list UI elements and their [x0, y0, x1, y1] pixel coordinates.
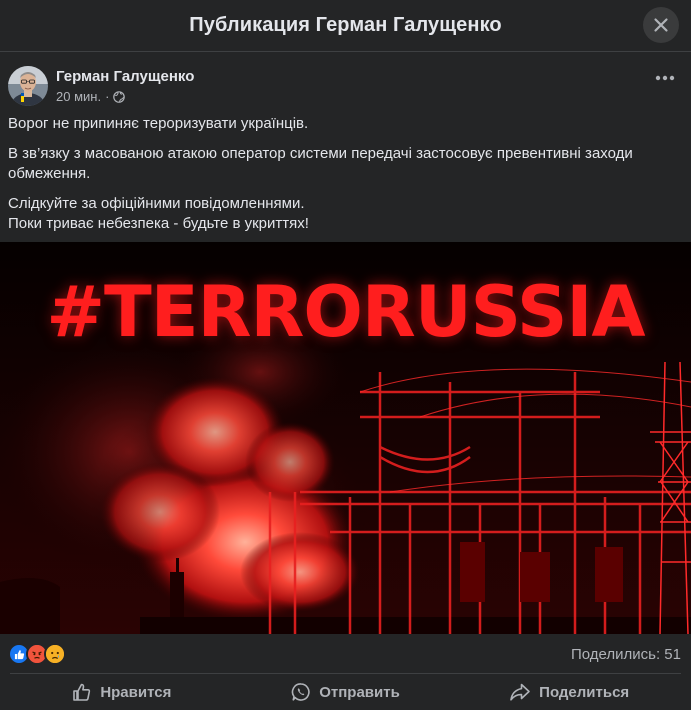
post-time[interactable]: 20 мин. — [56, 89, 101, 104]
more-horizontal-icon — [655, 75, 675, 81]
globe-icon — [113, 90, 126, 103]
image-caption: #TERRORUSSIA — [46, 271, 645, 353]
post-image[interactable]: #TERRORUSSIA — [0, 242, 691, 634]
post-paragraph: Поки триває небезпека - будьте в укриття… — [8, 215, 309, 232]
send-label: Отправить — [319, 683, 400, 701]
send-button[interactable]: Отправить — [234, 674, 458, 710]
post-actions: Нравится Отправить Поделиться — [10, 673, 681, 710]
more-options-button[interactable] — [653, 66, 677, 90]
close-button[interactable] — [643, 7, 679, 43]
shares-count[interactable]: Поделились: 51 — [571, 646, 681, 663]
like-label: Нравится — [100, 683, 172, 701]
post-paragraph: Ворог не припиняє тероризувати українців… — [8, 115, 309, 132]
whatsapp-icon — [291, 682, 311, 702]
share-label: Поделиться — [539, 683, 630, 701]
avatar[interactable] — [8, 66, 48, 106]
post-paragraph: Слідкуйте за офіційними повідомленнями. — [8, 195, 305, 212]
stats-row: Поделились: 51 — [0, 635, 691, 673]
post-header: Герман Галущенко 20 мин. · — [0, 52, 691, 110]
post-modal: Публикация Герман Галущенко Герман Галущ… — [0, 0, 691, 710]
modal-title: Публикация Герман Галущенко — [189, 14, 502, 36]
reactions-summary[interactable] — [8, 643, 66, 665]
author-block: Герман Галущенко 20 мин. · — [56, 68, 194, 110]
close-icon — [654, 18, 668, 32]
thumbs-up-icon — [72, 682, 92, 702]
sad-reaction-icon — [44, 643, 66, 665]
modal-header: Публикация Герман Галущенко — [0, 0, 691, 52]
share-button[interactable]: Поделиться — [457, 674, 681, 710]
author-name[interactable]: Герман Галущенко — [56, 68, 194, 86]
post-paragraph: В зв’язку з масованою атакою оператор си… — [8, 145, 633, 182]
like-button[interactable]: Нравится — [10, 674, 234, 710]
meta-separator: · — [105, 89, 110, 104]
post-meta: 20 мин. · — [56, 89, 194, 104]
share-icon — [509, 682, 531, 702]
